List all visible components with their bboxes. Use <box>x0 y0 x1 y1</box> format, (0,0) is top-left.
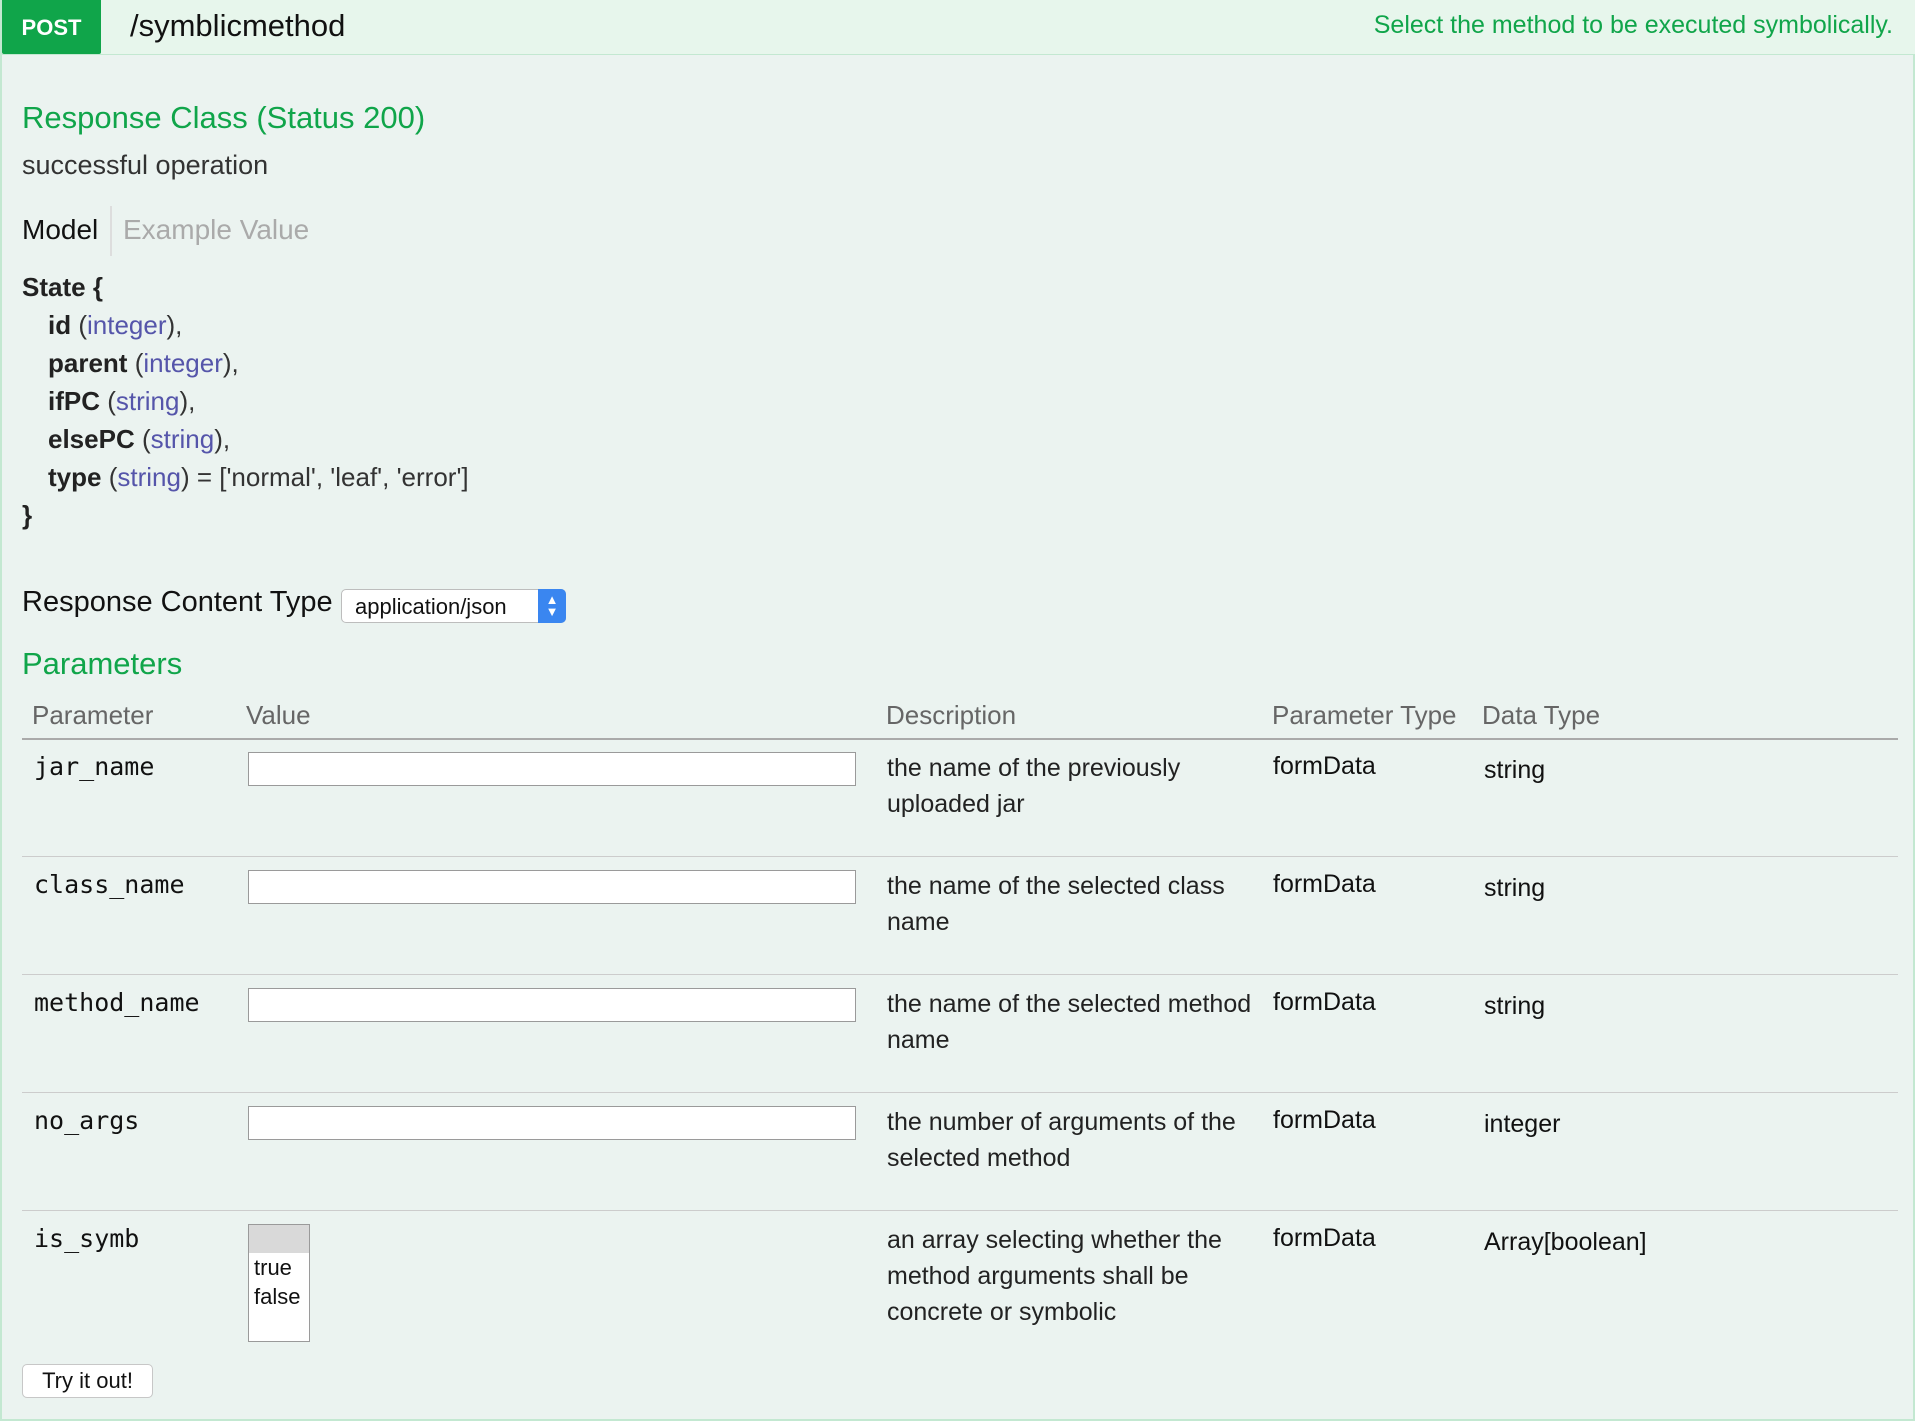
operation-panel: POST /symblicmethod Select the method to… <box>0 0 1915 1421</box>
param-type: formData <box>1273 988 1376 1016</box>
model-field: ifPC (string), <box>48 386 196 416</box>
field-suffix: ), <box>222 348 239 378</box>
response-description: successful operation <box>22 150 269 180</box>
field-type: string <box>150 424 215 454</box>
chevron-up-down-icon[interactable]: ▲ ▼ <box>538 589 566 623</box>
field-type: string <box>117 462 181 492</box>
endpoint-path[interactable]: /symblicmethod <box>130 8 345 44</box>
tab-model[interactable]: Model <box>22 206 98 254</box>
field-type: integer <box>143 348 223 378</box>
param-name: is_symb <box>34 1224 140 1253</box>
tab-example-value[interactable]: Example Value <box>123 206 309 254</box>
param-type: formData <box>1273 1106 1376 1134</box>
model-field: elsePC (string), <box>48 424 231 454</box>
operation-header[interactable]: POST /symblicmethod Select the method to… <box>2 0 1915 55</box>
listbox-option-true[interactable]: true <box>249 1253 309 1282</box>
param-type: formData <box>1273 752 1376 780</box>
param-name: class_name <box>34 870 185 899</box>
field-type: integer <box>87 310 167 340</box>
param-type: formData <box>1273 870 1376 898</box>
param-data-type: string <box>1484 756 1546 784</box>
response-class-heading: Response Class (Status 200) <box>22 100 426 135</box>
column-header-value: Value <box>246 700 311 730</box>
table-header-divider <box>22 738 1898 740</box>
field-suffix: ), <box>166 310 183 340</box>
try-it-out-button[interactable]: Try it out! <box>22 1364 153 1398</box>
field-type: string <box>115 386 180 416</box>
field-name: type <box>48 462 102 492</box>
is-symb-multiselect[interactable]: true false <box>248 1224 310 1342</box>
row-divider <box>22 1210 1898 1211</box>
column-header-data-type: Data Type <box>1482 700 1601 730</box>
row-divider <box>22 856 1898 857</box>
column-header-description: Description <box>886 700 1017 730</box>
model-open-brace: { <box>92 272 103 302</box>
response-content-type-label: Response Content Type <box>22 586 333 618</box>
model-field: parent (integer), <box>48 348 239 378</box>
param-description: an array selecting whether the method ar… <box>887 1226 1222 1326</box>
jar-name-input[interactable] <box>248 752 856 786</box>
param-description: the name of the selected class name <box>887 872 1225 936</box>
field-name: ifPC <box>48 386 100 416</box>
method-name-input[interactable] <box>248 988 856 1022</box>
column-header-parameter: Parameter <box>32 700 154 730</box>
param-data-type: string <box>1484 874 1546 902</box>
field-suffix: ), <box>214 424 231 454</box>
model-close-brace: } <box>22 500 33 530</box>
model-field: id (integer), <box>48 310 183 340</box>
column-header-parameter-type: Parameter Type <box>1272 700 1457 730</box>
class-name-input[interactable] <box>248 870 856 904</box>
field-name: elsePC <box>48 424 135 454</box>
tab-divider <box>110 206 112 256</box>
model-name: State <box>22 272 86 302</box>
endpoint-summary[interactable]: Select the method to be executed symboli… <box>1374 11 1893 40</box>
param-type: formData <box>1273 1224 1376 1252</box>
field-name: parent <box>48 348 128 378</box>
select-value: application/json <box>355 594 507 619</box>
listbox-empty-option[interactable] <box>249 1225 309 1253</box>
param-description: the name of the previously uploaded jar <box>887 754 1181 818</box>
field-suffix: ), <box>179 386 196 416</box>
field-name: id <box>48 310 72 340</box>
param-description: the name of the selected method name <box>887 990 1252 1054</box>
row-divider <box>22 974 1898 975</box>
http-method-badge[interactable]: POST <box>2 0 101 54</box>
row-divider <box>22 1092 1898 1093</box>
param-name: jar_name <box>34 752 155 781</box>
parameters-heading: Parameters <box>22 646 183 681</box>
param-data-type: Array[boolean] <box>1484 1228 1647 1256</box>
param-name: method_name <box>34 988 200 1017</box>
no-args-input[interactable] <box>248 1106 856 1140</box>
param-data-type: string <box>1484 992 1546 1020</box>
model-field: type (string) = ['normal', 'leaf', 'erro… <box>48 462 469 492</box>
response-content-type-select[interactable]: application/json ▲ ▼ <box>341 589 566 623</box>
model-schema: State { id (integer), parent (integer), … <box>22 268 469 534</box>
field-suffix: ) = ['normal', 'leaf', 'error'] <box>180 462 469 492</box>
param-data-type: integer <box>1484 1110 1561 1138</box>
listbox-option-false[interactable]: false <box>249 1282 309 1311</box>
param-name: no_args <box>34 1106 140 1135</box>
param-description: the number of arguments of the selected … <box>887 1108 1236 1172</box>
